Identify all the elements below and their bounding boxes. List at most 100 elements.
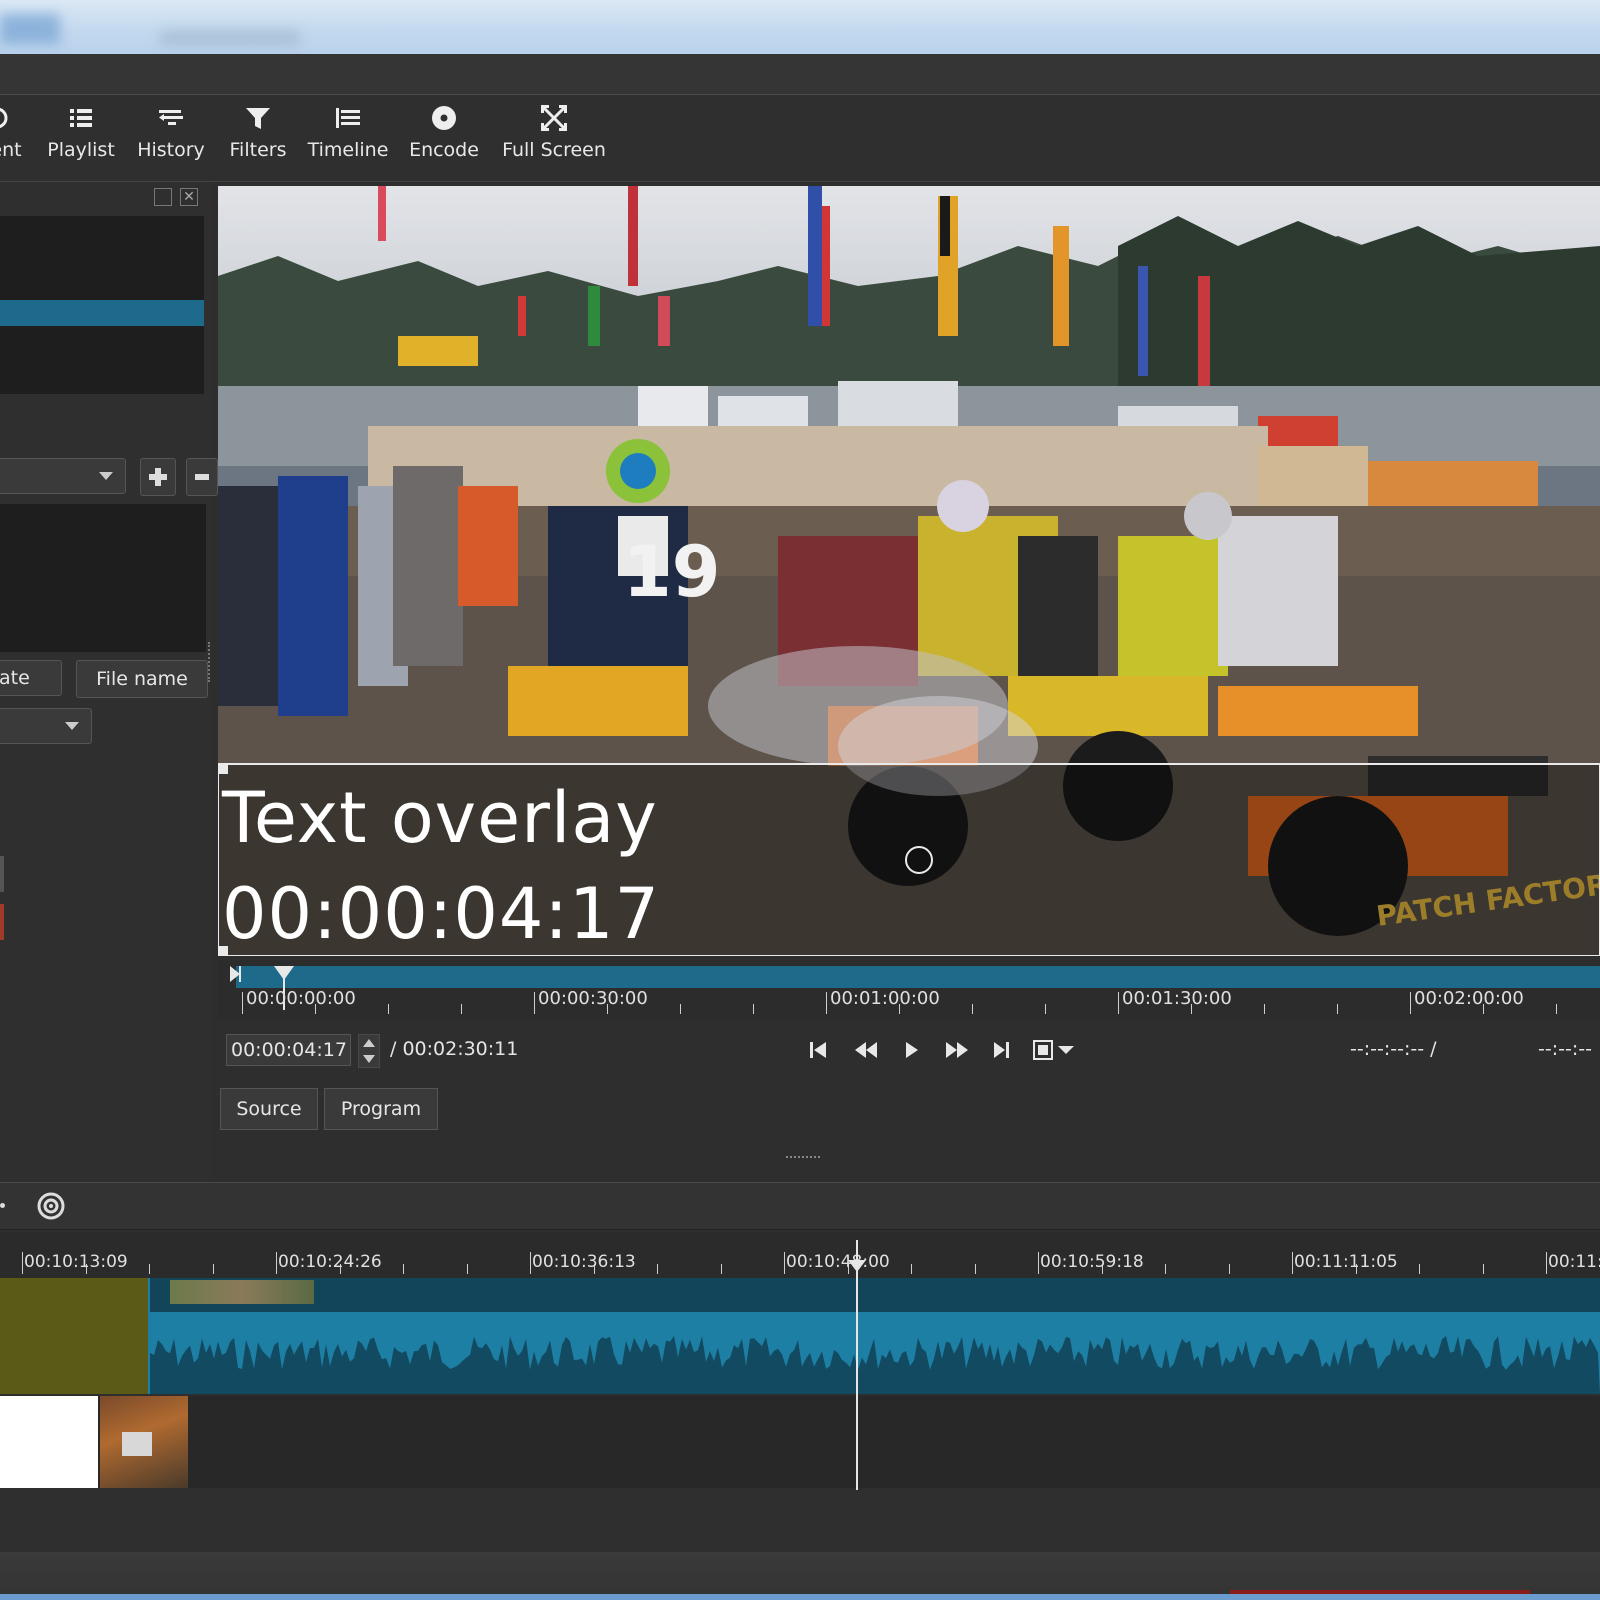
clip-olive[interactable] xyxy=(0,1278,148,1394)
timeline-time-label: 00:10:48:00 xyxy=(786,1252,890,1272)
text-overlay: Text overlay 00:00:04:17 xyxy=(222,770,660,962)
left-dock-panel: ✕ ate File name xyxy=(0,182,218,1182)
playhead-head-icon[interactable] xyxy=(848,1260,866,1274)
toolbar-button-history[interactable]: History xyxy=(134,103,208,175)
timeline-toolbar xyxy=(0,1182,1600,1230)
zoom-icon xyxy=(1033,1040,1053,1060)
timeline-time-label: 00:11:2 xyxy=(1548,1252,1600,1272)
in-marker-icon xyxy=(230,966,240,982)
app-icon xyxy=(0,14,60,44)
ruler-tick xyxy=(22,1252,23,1274)
play-icon xyxy=(906,1042,918,1058)
filter-icon xyxy=(246,108,270,129)
history-icon xyxy=(159,110,183,125)
out-point-label: --:--:-- xyxy=(1538,1038,1592,1060)
audio-waveform xyxy=(150,1322,1600,1394)
fast-forward-icon xyxy=(946,1042,968,1058)
ruler-tick xyxy=(1410,992,1411,1014)
overlay-timecode: 00:00:04:17 xyxy=(222,873,661,955)
toolbar-button-partial[interactable]: ent xyxy=(0,103,26,175)
ruler-tick xyxy=(1556,1004,1557,1014)
scrubber-time-label: 00:00:00:00 xyxy=(246,988,356,1009)
tab-program[interactable]: Program xyxy=(324,1088,438,1130)
plus-icon xyxy=(149,468,167,486)
clip-header[interactable] xyxy=(150,1278,1600,1312)
target-icon[interactable] xyxy=(36,1191,66,1221)
video-audio-track[interactable] xyxy=(0,1278,1600,1394)
timeline-time-label: 00:10:13:09 xyxy=(24,1252,128,1272)
toolbar-button-playlist[interactable]: Playlist xyxy=(46,103,116,175)
tab-source[interactable]: Source xyxy=(220,1088,318,1130)
skip-to-end-icon xyxy=(994,1042,1009,1058)
ruler-tick xyxy=(276,1252,277,1274)
timeline-time-label: 00:11:11:05 xyxy=(1294,1252,1398,1272)
clip-thumbnail[interactable] xyxy=(100,1396,188,1488)
toolbar-label: Timeline xyxy=(307,139,389,161)
partial-control[interactable] xyxy=(0,856,4,892)
rider-number: 19 xyxy=(623,531,720,613)
tab-source-label: Source xyxy=(236,1098,302,1120)
panel-list[interactable] xyxy=(0,216,204,394)
duration-label: / 00:02:30:11 xyxy=(390,1038,519,1060)
toolbar-label: Filters xyxy=(229,139,287,161)
remove-button[interactable] xyxy=(186,458,218,496)
time-spinner-icon[interactable] xyxy=(358,1034,380,1068)
timeline-playhead[interactable] xyxy=(856,1240,858,1490)
ruler-tick xyxy=(403,1264,404,1274)
ruler-tick xyxy=(972,1004,973,1014)
ruler-tick xyxy=(753,1004,754,1014)
ruler-tick xyxy=(974,1264,976,1274)
sort-filename-button[interactable]: File name xyxy=(76,660,208,698)
ruler-tick xyxy=(1038,1252,1039,1274)
toolbar-label: Encode xyxy=(409,139,479,161)
toolbar-label: Full Screen xyxy=(502,139,606,161)
toolbar-label: ent xyxy=(0,139,22,161)
ruler-tick xyxy=(720,1264,722,1274)
toolbar-button-timeline[interactable]: Timeline xyxy=(308,103,388,175)
partial-icon[interactable] xyxy=(0,1203,5,1208)
ruler-tick xyxy=(784,1252,785,1274)
ruler-tick xyxy=(911,1264,912,1274)
dock-splitter-handle[interactable] xyxy=(786,1156,820,1162)
ruler-tick xyxy=(461,1004,462,1014)
toolbar-button-filters[interactable]: Filters xyxy=(222,103,294,175)
ruler-tick xyxy=(826,992,827,1014)
clip-white[interactable] xyxy=(0,1396,98,1488)
current-time-field[interactable]: 00:00:04:17 xyxy=(226,1034,351,1066)
ruler-tick xyxy=(212,1264,214,1274)
ruler-tick xyxy=(1228,1264,1230,1274)
in-point-label: --:--:--:-- / xyxy=(1350,1038,1437,1060)
ruler-tick xyxy=(1482,1264,1484,1274)
disc-icon xyxy=(432,106,456,130)
scrubber-time-label: 00:01:30:00 xyxy=(1122,988,1232,1009)
add-button[interactable] xyxy=(140,458,176,496)
toolbar-button-full-screen[interactable]: Full Screen xyxy=(502,103,606,175)
float-icon[interactable] xyxy=(154,188,172,206)
toolbar-label: History xyxy=(137,139,205,161)
scrubber-progress-bar[interactable] xyxy=(236,966,1600,988)
tab-program-label: Program xyxy=(340,1098,422,1120)
ruler-tick xyxy=(1264,1004,1265,1014)
scrubber-time-label: 00:01:00:00 xyxy=(830,988,940,1009)
sort-date-button[interactable]: ate xyxy=(0,660,62,696)
chevron-down-icon xyxy=(1058,1046,1074,1054)
selected-list-item[interactable] xyxy=(0,300,204,326)
ruler-tick xyxy=(466,1264,468,1274)
timeline-icon xyxy=(336,108,360,128)
preset-dropdown[interactable] xyxy=(0,458,126,494)
partial-icon xyxy=(0,107,8,129)
second-track[interactable] xyxy=(0,1396,1600,1488)
sort-filename-label: File name xyxy=(96,668,188,690)
window-title-bar xyxy=(0,0,1600,54)
current-time-value: 00:00:04:17 xyxy=(231,1039,347,1061)
toolbar-button-encode[interactable]: Encode xyxy=(406,103,482,175)
menu-bar xyxy=(0,54,1600,95)
partial-control-red[interactable] xyxy=(0,904,4,940)
close-panel-icon[interactable]: ✕ xyxy=(180,188,198,206)
view-mode-dropdown[interactable] xyxy=(0,708,92,744)
scrubber-time-label: 00:02:00:00 xyxy=(1414,988,1524,1009)
skip-to-start-icon xyxy=(810,1042,826,1058)
chevron-down-icon xyxy=(99,472,113,480)
ruler-tick xyxy=(530,1252,531,1274)
splitter-handle[interactable] xyxy=(208,642,214,682)
